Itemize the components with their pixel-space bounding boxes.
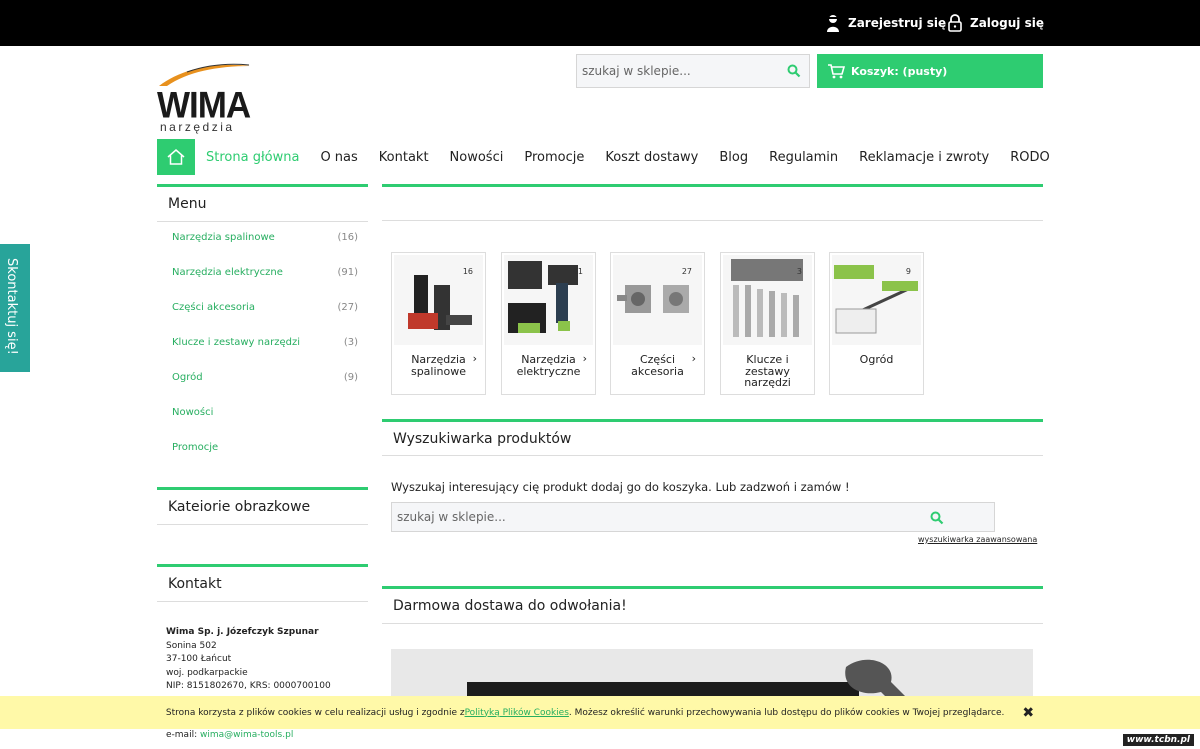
menu-item[interactable]: Nowości [172,407,358,442]
category-label: Narzędzia elektryczne [516,353,581,378]
category-count: 9 [905,267,911,276]
category-menu: Narzędzia spalinowe (16) Narzędzia elektr… [172,232,358,477]
company-name: Wima Sp. j. Józefczyk Szpunar [166,627,319,637]
nav-item-about[interactable]: O nas [320,150,357,165]
category-tile[interactable]: 27 Części akcesoria › [610,252,705,395]
nav-item-promotions[interactable]: Promocje [524,150,584,165]
category-label: Części akcesoria [631,353,684,378]
category-tile[interactable]: 3 Klucze i zestawy narzędzi [720,252,815,395]
chevron-right-icon: › [472,352,477,365]
top-account-bar: Zarejestruj się Zaloguj się [0,0,1200,46]
home-icon [167,149,185,165]
category-count: 3 [796,267,802,276]
region-address: woj. podkarpackie [166,667,248,678]
cart-label: Koszyk: (pusty) [851,64,948,78]
cookie-policy-link[interactable]: Polityką Plików Cookies [465,708,569,718]
site-logo[interactable]: WIMA narzędzia [157,62,252,134]
register-link[interactable]: Zarejestruj się [826,0,946,46]
menu-title: Menu [157,184,368,222]
category-tile[interactable]: 91 Narzędzia elektryczne › [501,252,596,395]
nav-item-terms[interactable]: Regulamin [769,150,838,165]
menu-item[interactable]: Narzędzia elektryczne (91) [172,267,358,302]
category-count: 16 [462,267,473,276]
cart-button[interactable]: Koszyk: (pusty) [817,54,1043,88]
contact-email-row: e-mail: wima@wima-tools.pl [0,729,1200,749]
cookie-banner: Strona korzysta z plików cookies w celu … [0,696,1200,729]
contact-side-tab-label: Skontaktuj się! [4,258,19,355]
company-ids: NIP: 8151802670, KRS: 0000700100 [166,681,331,691]
cookie-text-after: . Możesz określić warunki przechowywania… [568,707,1005,718]
cookie-text-before: Strona korzysta z plików cookies w celu … [165,707,465,718]
email-link[interactable]: wima@wima-tools.pl [200,730,293,740]
menu-item[interactable]: Klucze i zestawy narzędzi (3) [172,337,358,372]
lock-icon [948,14,962,32]
street-address: Sonina 502 [166,640,217,651]
category-tile[interactable]: 16 Narzędzia spalinowe › [391,252,486,395]
category-label: Klucze i zestawy narzędzi [744,353,791,389]
contact-details: Wima Sp. j. Józefczyk Szpunar Sonina 502… [166,626,331,694]
product-search-input[interactable] [392,503,912,531]
nav-item-news[interactable]: Nowości [450,150,504,165]
nav-item-home[interactable]: Strona główna [206,150,299,165]
chevron-right-icon: › [582,352,587,365]
register-label: Zarejestruj się [848,16,947,30]
logo-tagline: narzędzia [160,120,235,134]
nav-item-rodo[interactable]: RODO [1010,150,1050,165]
nav-item-shipping-cost[interactable]: Koszt dostawy [605,150,698,165]
header-search [576,54,810,88]
category-count: 27 [681,267,692,276]
watermark: www.tcbn.pl [1122,734,1194,746]
product-finder-title: Wyszukiwarka produktów [382,419,1043,456]
nav-item-returns[interactable]: Reklamacje i zwroty [859,150,989,165]
category-count: 91 [572,267,583,276]
category-label: Narzędzia spalinowe [410,353,467,378]
main-header-bar [382,184,1043,221]
email-label: e-mail: [166,730,198,740]
close-icon[interactable]: ✖ [1022,705,1034,721]
nav-item-contact[interactable]: Kontakt [379,150,429,165]
user-icon [827,15,839,32]
header-search-input[interactable] [577,55,767,87]
menu-item[interactable]: Części akcesoria (27) [172,302,358,337]
home-button[interactable] [157,139,195,175]
login-label: Zaloguj się [970,16,1044,30]
main-nav: Strona główna O nas Kontakt Nowości Prom… [157,139,1071,175]
category-label: Ogród [859,353,894,366]
category-tile[interactable]: 9 Ogród [829,252,924,395]
product-finder-text: Wyszukaj interesujący cię produkt dodaj … [391,480,850,494]
menu-item[interactable]: Promocje [172,442,358,477]
cart-icon [828,64,845,79]
menu-item[interactable]: Narzędzia spalinowe (16) [172,232,358,267]
chevron-right-icon: › [691,352,696,365]
free-delivery-title: Darmowa dostawa do odwołania! [382,586,1043,624]
contact-side-tab[interactable]: Skontaktuj się! [0,244,30,372]
search-icon[interactable] [930,510,944,529]
search-icon[interactable] [787,63,801,82]
contact-title: Kontakt [157,564,368,602]
nav-item-blog[interactable]: Blog [719,150,748,165]
city-address: 37-100 Łańcut [166,654,232,664]
product-search [391,502,995,532]
advanced-search-link[interactable]: wyszukiwarka zaawansowana [918,535,1037,544]
image-categories-title: Kateiorie obrazkowe [157,487,368,525]
login-link[interactable]: Zaloguj się [948,0,1044,46]
menu-item[interactable]: Ogród (9) [172,372,358,407]
